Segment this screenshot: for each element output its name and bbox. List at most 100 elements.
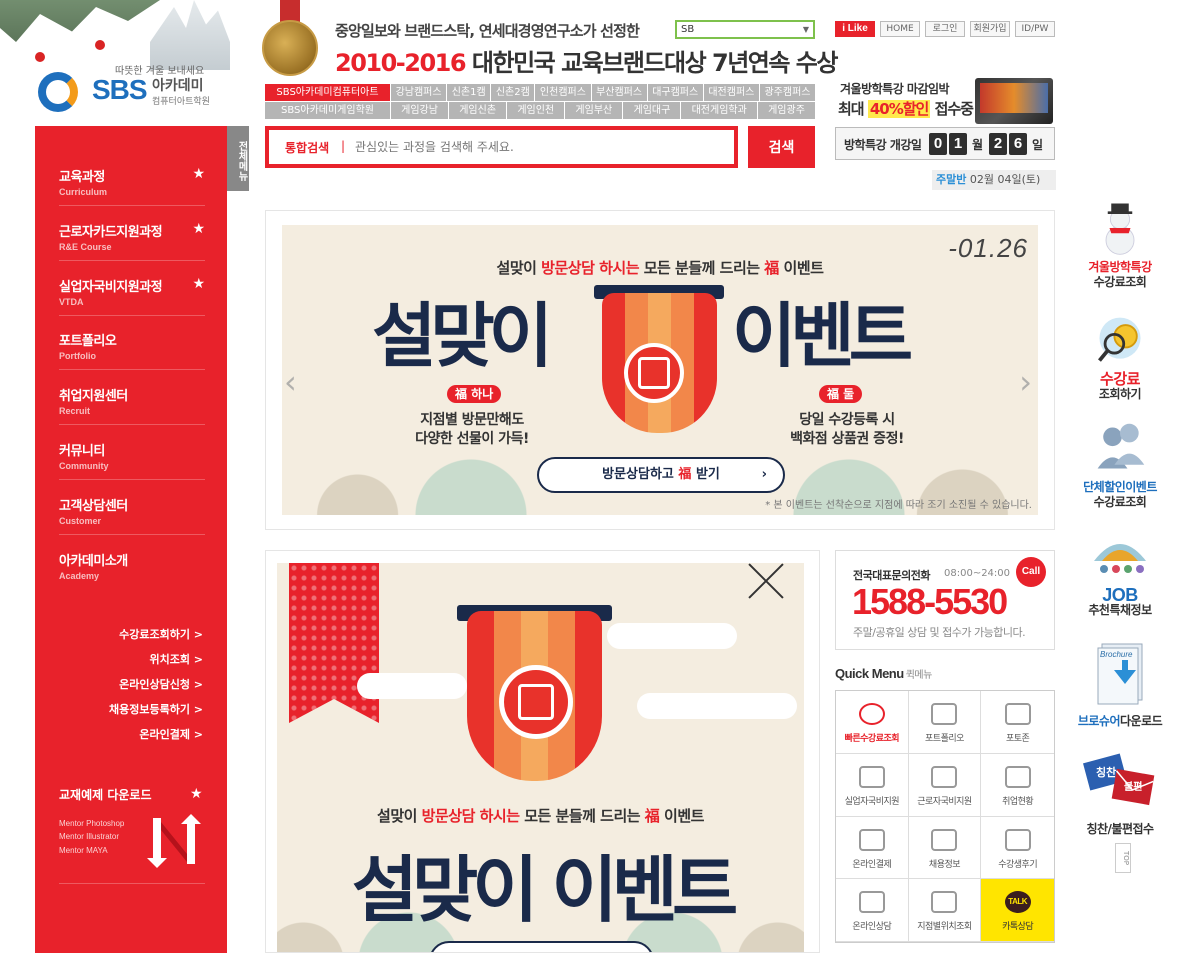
campus-tab[interactable]: 인천캠퍼스 <box>535 84 591 101</box>
quick-employment-status[interactable]: 취업현황 <box>981 754 1054 817</box>
download-title[interactable]: 교재예제 다운로드 <box>59 786 152 803</box>
quickbar-title: 겨울방학특강 <box>1088 260 1152 274</box>
quick-branch-location[interactable]: 지점별위치조회 <box>908 879 982 942</box>
quick-kakao-talk[interactable]: TALK 카톡상담 <box>981 879 1054 942</box>
visit-consult-button[interactable]: 방문상담하고 福 받기 › <box>537 457 785 493</box>
award-end: 7년연속 수상 <box>712 49 838 77</box>
campus-tab[interactable]: SBS아카데미게임학원 <box>265 102 390 119</box>
quickbar-subtitle: 수강료조회 <box>1093 275 1147 289</box>
close-icon[interactable] <box>746 561 786 601</box>
quick-menu-title: Quick Menu 퀵메뉴 <box>835 666 932 681</box>
campus-tab[interactable]: SBS아카데미컴퓨터아트 <box>265 84 390 101</box>
login-link[interactable]: 로그인 <box>925 21 965 37</box>
quick-photozone[interactable]: 포토존 <box>981 691 1054 754</box>
sidebar-item-customer[interactable]: 고객상담센터 Customer <box>59 495 205 535</box>
banner-prev-arrow[interactable]: ‹ <box>284 363 297 401</box>
quickbar-praise-complaint[interactable]: 칭찬 불편 칭찬/불편접수 <box>1075 748 1165 837</box>
award-years: 2010-2016 <box>335 49 467 77</box>
new-year-event-banner[interactable]: -01.26 설맞이 방문상담 하시는 모든 분들께 드리는 福 이벤트 설맞이… <box>282 225 1038 515</box>
campus-tab[interactable]: 게임광주 <box>757 102 816 119</box>
monitor-icon <box>858 828 885 851</box>
home-link[interactable]: HOME <box>880 21 920 37</box>
pouch-medallion-icon <box>624 343 684 403</box>
mentor-maya[interactable]: Mentor MAYA <box>59 846 108 855</box>
sbs-logo-icon[interactable] <box>38 72 78 112</box>
campus-tab[interactable]: 강남캠퍼스 <box>391 84 447 101</box>
map-icon <box>931 891 958 914</box>
quickbar-winter-course[interactable]: 겨울방학특강 수강료조회 <box>1075 200 1165 290</box>
logo-name[interactable]: 아카데미 <box>152 75 204 95</box>
sidebar-item-recruit[interactable]: 취업지원센터 Recruit <box>59 385 205 425</box>
logo-subtitle[interactable]: 컴퓨터아트학원 <box>152 94 210 107</box>
site-select[interactable]: SB ▼ <box>675 20 815 39</box>
link-fee-inquiry[interactable]: 수강료조회하기 > <box>109 626 203 642</box>
logo-brand[interactable]: SBS <box>92 74 148 106</box>
quick-worker-support[interactable]: 근로자국비지원 <box>908 753 982 817</box>
countdown-digit: 6 <box>1009 133 1027 155</box>
quick-menu-title-ko: 퀵메뉴 <box>905 670 933 681</box>
quick-online-consult[interactable]: 온라인상담 <box>836 879 909 942</box>
campus-tab[interactable]: 게임신촌 <box>449 102 507 119</box>
sidebar-item-community[interactable]: 커뮤니티 Community <box>59 440 205 480</box>
ilike-button[interactable]: i Like <box>835 21 875 37</box>
sidebar-item-academy[interactable]: 아카데미소개 Academy <box>59 550 205 590</box>
search-input[interactable] <box>355 136 725 158</box>
banner-next-arrow[interactable]: › <box>1019 363 1032 401</box>
campus-tab[interactable]: 신촌2캠 <box>491 84 535 101</box>
search-button[interactable]: 검색 <box>748 126 815 168</box>
campus-tab[interactable]: 게임대구 <box>623 102 681 119</box>
quick-portfolio[interactable]: 포트폴리오 <box>908 691 982 754</box>
campus-tab[interactable]: 신촌1캠 <box>447 84 491 101</box>
link-online-consult[interactable]: 온라인상담신청 > <box>109 676 203 692</box>
event-popup-image[interactable]: 설맞이 방문상담 하시는 모든 분들께 드리는 福 이벤트 설맞이 이벤트 <box>277 563 804 952</box>
campus-tab[interactable]: 부산캠퍼스 <box>591 84 647 101</box>
cloud-decoration <box>357 673 467 699</box>
quick-reviews[interactable]: 수강생후기 <box>981 817 1054 880</box>
quick-unemployed-support[interactable]: 실업자국비지원 <box>836 753 909 817</box>
quick-menu-label: 온라인상담 <box>852 922 892 933</box>
download-arrows-icon[interactable] <box>145 814 203 868</box>
quick-menu-label: 카톡상담 <box>1002 922 1034 933</box>
campus-tab[interactable]: 대전게임학과 <box>681 102 757 119</box>
scroll-top-button[interactable]: TOP <box>1115 843 1131 873</box>
quickbar-job[interactable]: JOB 추천특채정보 <box>1075 528 1165 618</box>
quick-online-payment[interactable]: 온라인결제 <box>836 816 909 880</box>
quickbar-brochure[interactable]: Brochure 브로슈어다운로드 <box>1075 640 1165 729</box>
sidebar-item-re-course[interactable]: 근로자카드지원과정 R&E Course ★ <box>59 221 205 261</box>
quick-menu-label: 온라인결제 <box>852 859 892 870</box>
sidebar-item-portfolio[interactable]: 포트폴리오 Portfolio <box>59 330 205 370</box>
mentor-photoshop[interactable]: Mentor Photoshop <box>59 819 124 828</box>
popup-consult-button[interactable] <box>429 941 654 952</box>
sidebar-item-en: R&E Course <box>59 242 112 252</box>
countdown-digit: 0 <box>929 133 947 155</box>
sidebar-item-label: 실업자국비지원과정 <box>59 280 163 295</box>
star-icon: ★ <box>192 276 205 292</box>
link-online-payment[interactable]: 온라인결제 > <box>109 726 203 742</box>
sidebar-item-curriculum[interactable]: 교육과정 Curriculum ★ <box>59 166 205 206</box>
sidebar-item-vtda[interactable]: 실업자국비지원과정 VTDA ★ <box>59 276 205 316</box>
quick-menu-label: 포트폴리오 <box>925 734 964 744</box>
link-location[interactable]: 위치조회 > <box>109 651 203 667</box>
campus-tab[interactable]: 광주캠퍼스 <box>759 84 816 101</box>
campus-tab[interactable]: 대구캠퍼스 <box>647 84 703 101</box>
quickbar-fee-inquiry[interactable]: 수강료 조회하기 <box>1075 312 1165 402</box>
campus-tab[interactable]: 대전캠퍼스 <box>703 84 759 101</box>
contact-box: 전국대표문의전화 08:00~24:00 Call 1588-5530 주말/공… <box>835 550 1055 650</box>
id-pw-link[interactable]: ID/PW <box>1015 21 1055 37</box>
quick-fee-inquiry[interactable]: 빠른수강료조회 <box>836 691 909 754</box>
mentor-illustrator[interactable]: Mentor Illustrator <box>59 832 119 841</box>
link-job-register[interactable]: 채용정보등록하기 > <box>109 701 203 717</box>
quick-job-info[interactable]: 채용정보 <box>908 816 982 880</box>
popup-title: 설맞이 이벤트 <box>351 848 739 932</box>
quick-menu-label: 근로자국비지원 <box>917 796 972 807</box>
quickbar-group-discount[interactable]: 단체할인이벤트 수강료조회 <box>1075 420 1165 510</box>
phone-number[interactable]: 1588-5530 <box>852 581 1008 623</box>
campus-tab[interactable]: 게임인천 <box>507 102 565 119</box>
button-fu: 福 <box>678 467 692 482</box>
sidebar-item-label: 고객상담센터 <box>59 499 128 514</box>
campus-tab[interactable]: 게임부산 <box>565 102 623 119</box>
campus-tab[interactable]: 게임강남 <box>391 102 449 119</box>
join-link[interactable]: 회원가입 <box>970 21 1010 37</box>
satellite-icon <box>1004 765 1031 788</box>
all-menu-tab[interactable]: 전체메뉴 <box>227 126 249 191</box>
